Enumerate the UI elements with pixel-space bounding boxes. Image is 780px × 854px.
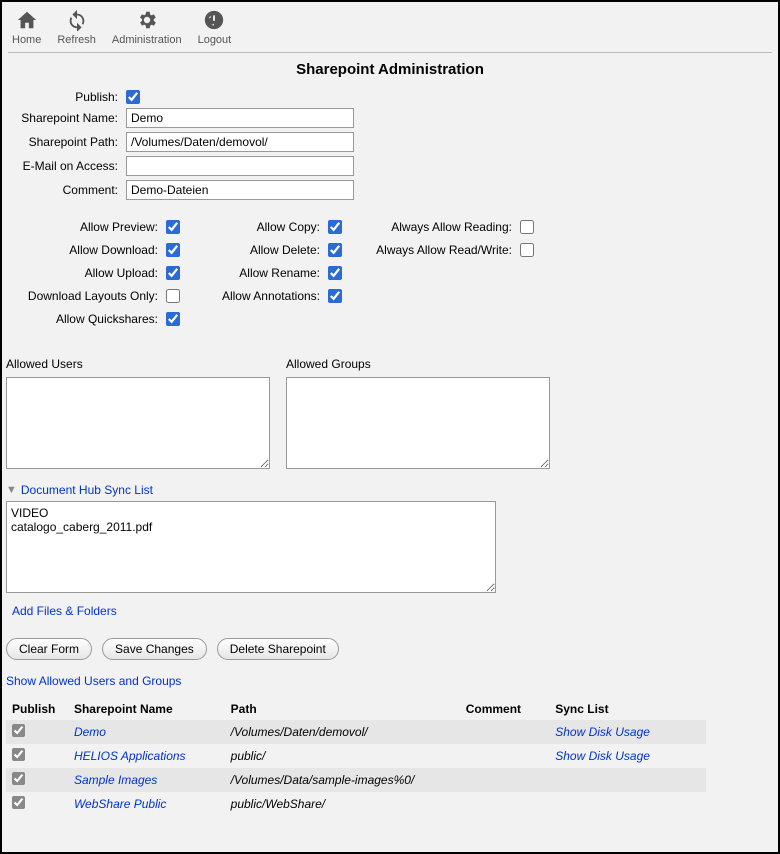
allow-upload-checkbox[interactable]	[166, 266, 180, 280]
row-path: public/WebShare/	[225, 792, 460, 816]
toolbar-logout[interactable]: Logout	[198, 8, 232, 46]
allow-rename-checkbox[interactable]	[328, 266, 342, 280]
allowed-users-textarea[interactable]	[6, 377, 270, 469]
row-publish-checkbox[interactable]	[12, 724, 25, 737]
allow-quickshares-checkbox[interactable]	[166, 312, 180, 326]
disclosure-triangle-icon: ▼	[6, 484, 17, 496]
col-comment-header: Comment	[460, 698, 550, 720]
allow-preview-checkbox[interactable]	[166, 220, 180, 234]
home-icon	[15, 8, 39, 32]
allow-delete-checkbox[interactable]	[328, 243, 342, 257]
download-layouts-only-label: Download Layouts Only:	[6, 289, 166, 306]
allow-preview-label: Allow Preview:	[6, 220, 166, 237]
allow-annotations-checkbox[interactable]	[328, 289, 342, 303]
toolbar-refresh-label: Refresh	[57, 34, 96, 46]
table-row: Sample Images/Volumes/Data/sample-images…	[6, 768, 706, 792]
sharepoint-name-label: Sharepoint Name:	[6, 111, 126, 125]
delete-sharepoint-button[interactable]: Delete Sharepoint	[217, 638, 339, 660]
allow-upload-label: Allow Upload:	[6, 266, 166, 283]
row-sync-link[interactable]: Show Disk Usage	[555, 725, 650, 739]
toolbar: Home Refresh Administration Logout	[6, 6, 774, 48]
publish-checkbox[interactable]	[126, 90, 140, 104]
allow-annotations-label: Allow Annotations:	[188, 289, 328, 306]
sharepoints-table: Publish Sharepoint Name Path Comment Syn…	[6, 698, 706, 816]
sharepoint-path-label: Sharepoint Path:	[6, 135, 126, 149]
save-changes-button[interactable]: Save Changes	[102, 638, 207, 660]
toolbar-administration-label: Administration	[112, 34, 182, 46]
gear-icon	[135, 8, 159, 32]
col-publish-header: Publish	[6, 698, 68, 720]
allowed-groups-label: Allowed Groups	[286, 357, 550, 371]
table-row: Demo/Volumes/Daten/demovol/Show Disk Usa…	[6, 720, 706, 744]
row-comment	[460, 720, 550, 744]
download-layouts-only-checkbox[interactable]	[166, 289, 180, 303]
separator	[8, 52, 772, 53]
toolbar-logout-label: Logout	[198, 34, 232, 46]
show-allowed-users-groups-link[interactable]: Show Allowed Users and Groups	[6, 674, 181, 688]
document-hub-toggle[interactable]: ▼ Document Hub Sync List	[6, 483, 774, 497]
row-name-link[interactable]: Demo	[74, 725, 106, 739]
comment-label: Comment:	[6, 183, 126, 197]
document-hub-header-label: Document Hub Sync List	[21, 483, 153, 497]
row-publish-checkbox[interactable]	[12, 748, 25, 761]
email-on-access-input[interactable]	[126, 156, 354, 176]
allow-download-label: Allow Download:	[6, 243, 166, 260]
refresh-icon	[65, 8, 89, 32]
toolbar-administration[interactable]: Administration	[112, 8, 182, 46]
sharepoint-name-input[interactable]	[126, 108, 354, 128]
toolbar-refresh[interactable]: Refresh	[57, 8, 96, 46]
row-publish-checkbox[interactable]	[12, 772, 25, 785]
allow-copy-label: Allow Copy:	[188, 220, 328, 237]
allow-rename-label: Allow Rename:	[188, 266, 328, 283]
page-title: Sharepoint Administration	[6, 61, 774, 78]
row-name-link[interactable]: Sample Images	[74, 773, 157, 787]
email-on-access-label: E-Mail on Access:	[6, 159, 126, 173]
row-comment	[460, 744, 550, 768]
document-hub-textarea[interactable]	[6, 501, 496, 593]
allow-copy-checkbox[interactable]	[328, 220, 342, 234]
allow-quickshares-label: Allow Quickshares:	[6, 312, 166, 329]
row-name-link[interactable]: HELIOS Applications	[74, 749, 186, 763]
row-comment	[460, 792, 550, 816]
row-publish-checkbox[interactable]	[12, 796, 25, 809]
allow-delete-label: Allow Delete:	[188, 243, 328, 260]
row-comment	[460, 768, 550, 792]
always-allow-reading-label: Always Allow Reading:	[350, 220, 520, 237]
publish-label: Publish:	[6, 90, 126, 104]
col-name-header: Sharepoint Name	[68, 698, 225, 720]
col-sync-header: Sync List	[549, 698, 706, 720]
row-path: public/	[225, 744, 460, 768]
row-name-link[interactable]: WebShare Public	[74, 797, 167, 811]
add-files-folders-link[interactable]: Add Files & Folders	[12, 604, 117, 618]
col-path-header: Path	[225, 698, 460, 720]
allow-download-checkbox[interactable]	[166, 243, 180, 257]
toolbar-home-label: Home	[12, 34, 41, 46]
sharepoint-path-input[interactable]	[126, 132, 354, 152]
table-row: HELIOS Applications public/Show Disk Usag…	[6, 744, 706, 768]
power-icon	[202, 8, 226, 32]
table-row: WebShare Public public/WebShare/	[6, 792, 706, 816]
row-sync-link[interactable]: Show Disk Usage	[555, 749, 650, 763]
toolbar-home[interactable]: Home	[12, 8, 41, 46]
always-allow-reading-checkbox[interactable]	[520, 220, 534, 234]
row-path: /Volumes/Daten/demovol/	[225, 720, 460, 744]
clear-form-button[interactable]: Clear Form	[6, 638, 92, 660]
always-allow-readwrite-label: Always Allow Read/Write:	[350, 243, 520, 260]
allowed-groups-textarea[interactable]	[286, 377, 550, 469]
always-allow-readwrite-checkbox[interactable]	[520, 243, 534, 257]
permissions-grid: Allow Preview: Allow Copy: Always Allow …	[6, 220, 774, 329]
row-path: /Volumes/Data/sample-images%0/	[225, 768, 460, 792]
allowed-users-label: Allowed Users	[6, 357, 270, 371]
comment-input[interactable]	[126, 180, 354, 200]
